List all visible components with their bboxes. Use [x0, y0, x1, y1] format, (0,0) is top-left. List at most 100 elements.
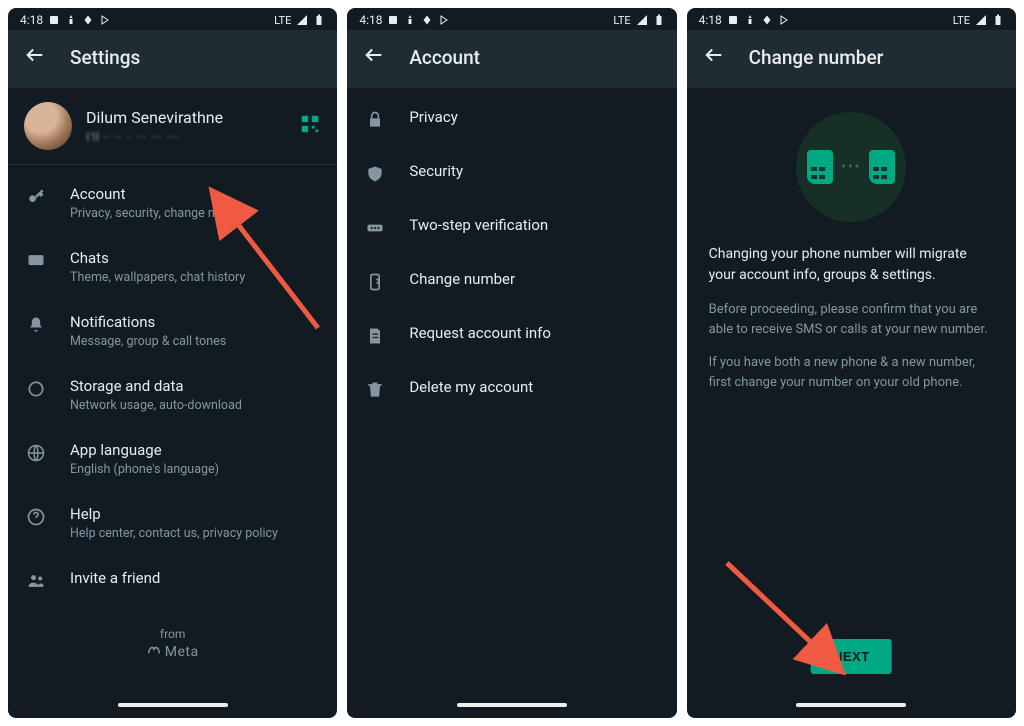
clock: 4:18 [699, 13, 722, 27]
signal-icon [296, 14, 308, 26]
password-icon [365, 218, 387, 242]
item-subtitle: Privacy, security, change number [70, 206, 319, 221]
battery-icon [992, 14, 1004, 26]
footer-brand: Meta [8, 644, 337, 660]
notif-icon-4 [778, 14, 790, 26]
nav-handle[interactable] [347, 692, 676, 718]
screen-change-number: 4:18 LTE Change number ••• Changing your… [687, 8, 1016, 718]
notif-icon-2 [744, 14, 756, 26]
notif-icon-4 [438, 14, 450, 26]
clock: 4:18 [20, 13, 43, 27]
info-paragraph-3: If you have both a new phone & a new num… [709, 353, 994, 392]
back-icon[interactable] [703, 44, 725, 70]
document-icon [365, 326, 387, 350]
appbar-account: Account [347, 30, 676, 88]
account-item-twostep[interactable]: Two-step verification [347, 202, 676, 256]
notif-icon-2 [404, 14, 416, 26]
info-paragraph-2: Before proceeding, please confirm that y… [709, 300, 994, 339]
battery-icon [313, 14, 325, 26]
screen-account: 4:18 LTE Account Privacy Security Two- [347, 8, 676, 718]
page-title: Settings [70, 46, 140, 69]
next-button[interactable]: NEXT [811, 639, 892, 674]
sim-swap-illustration: ••• [796, 112, 906, 222]
account-item-privacy[interactable]: Privacy [347, 94, 676, 148]
trash-icon [365, 380, 387, 404]
ellipsis-icon: ••• [841, 159, 861, 175]
page-title: Account [409, 46, 480, 69]
settings-item-account[interactable]: Account Privacy, security, change number [8, 171, 337, 235]
info-paragraph-1: Changing your phone number will migrate … [709, 244, 994, 286]
network-label: LTE [613, 14, 630, 27]
clock: 4:18 [359, 13, 382, 27]
notif-icon-3 [82, 14, 94, 26]
item-subtitle: Network usage, auto-download [70, 398, 319, 413]
battery-icon [653, 14, 665, 26]
lock-icon [365, 110, 387, 134]
notif-icon-1 [48, 14, 60, 26]
notif-icon-2 [65, 14, 77, 26]
status-bar: 4:18 LTE [347, 8, 676, 30]
account-item-security[interactable]: Security [347, 148, 676, 202]
nav-handle[interactable] [687, 692, 1016, 718]
account-item-change-number[interactable]: Change number [347, 256, 676, 310]
item-title: Two-step verification [409, 216, 658, 234]
qr-icon[interactable] [299, 113, 321, 139]
account-item-delete[interactable]: Delete my account [347, 364, 676, 418]
status-bar: 4:18 LTE [687, 8, 1016, 30]
chat-icon [26, 251, 48, 275]
item-subtitle: English (phone's language) [70, 462, 319, 477]
bell-icon [26, 315, 48, 339]
settings-list: AccountPrivacy, security, change number … [8, 165, 337, 609]
shield-icon [365, 164, 387, 188]
item-title: Delete my account [409, 378, 658, 396]
account-item-request-info[interactable]: Request account info [347, 310, 676, 364]
settings-item-notifications[interactable]: Notifications Message, group & call tones [8, 299, 337, 363]
appbar-change-number: Change number [687, 30, 1016, 88]
signal-icon [975, 14, 987, 26]
network-label: LTE [953, 14, 970, 27]
item-title: App language [70, 441, 319, 459]
status-bar: 4:18 LTE [8, 8, 337, 30]
footer-from: from [8, 627, 337, 641]
notif-icon-3 [421, 14, 433, 26]
notif-icon-4 [99, 14, 111, 26]
sim-icon [807, 150, 833, 184]
profile-status: I'll ·· ·· ·· ··· ··· ···· [86, 130, 285, 144]
globe-icon [26, 443, 48, 467]
item-title: Request account info [409, 324, 658, 342]
screen-settings: 4:18 LTE Settings Dilum Senevirathne I'l… [8, 8, 337, 718]
nav-handle[interactable] [8, 692, 337, 718]
key-icon [26, 187, 48, 211]
settings-item-chats[interactable]: Chats Theme, wallpapers, chat history [8, 235, 337, 299]
back-icon[interactable] [24, 44, 46, 70]
settings-item-storage[interactable]: Storage and data Network usage, auto-down… [8, 363, 337, 427]
item-title: Privacy [409, 108, 658, 126]
item-title: Change number [409, 270, 658, 288]
appbar-settings: Settings [8, 30, 337, 88]
item-title: Chats [70, 249, 319, 267]
settings-item-invite[interactable]: Invite a friend [8, 555, 337, 609]
item-subtitle: Theme, wallpapers, chat history [70, 270, 319, 285]
profile-row[interactable]: Dilum Senevirathne I'll ·· ·· ·· ··· ···… [8, 88, 337, 165]
item-title: Storage and data [70, 377, 319, 395]
item-title: Account [70, 185, 319, 203]
item-title: Notifications [70, 313, 319, 331]
network-label: LTE [274, 14, 291, 27]
storage-icon [26, 379, 48, 403]
phone-swap-icon [365, 272, 387, 296]
item-title: Security [409, 162, 658, 180]
footer-meta: from Meta [8, 627, 337, 660]
settings-item-language[interactable]: App language English (phone's language) [8, 427, 337, 491]
avatar [24, 102, 72, 150]
item-subtitle: Help center, contact us, privacy policy [70, 526, 319, 541]
settings-item-help[interactable]: Help Help center, contact us, privacy pol… [8, 491, 337, 555]
back-icon[interactable] [363, 44, 385, 70]
people-icon [26, 571, 48, 595]
item-title: Invite a friend [70, 569, 319, 587]
item-title: Help [70, 505, 319, 523]
profile-name: Dilum Senevirathne [86, 108, 285, 127]
notif-icon-3 [761, 14, 773, 26]
item-subtitle: Message, group & call tones [70, 334, 319, 349]
help-icon [26, 507, 48, 531]
signal-icon [636, 14, 648, 26]
